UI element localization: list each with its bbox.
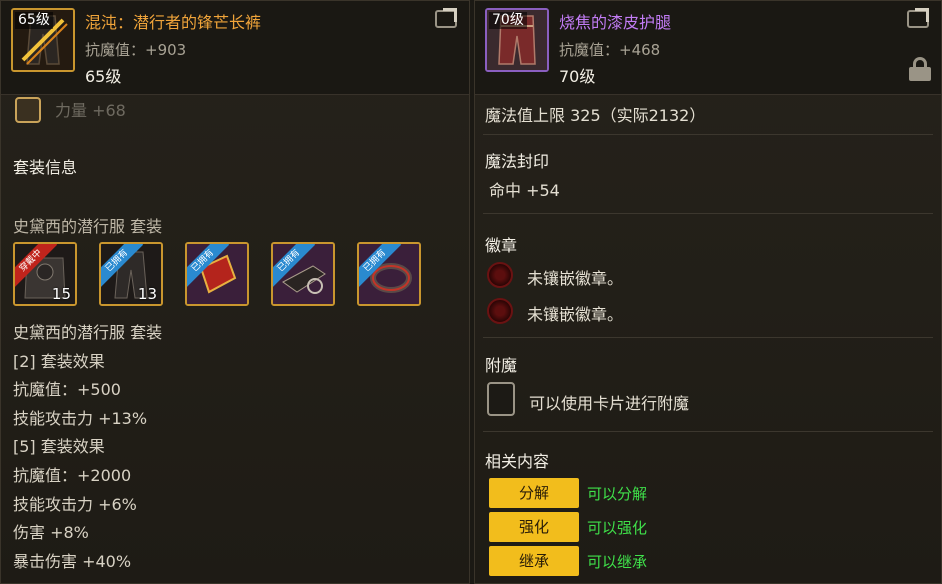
item-level-text: 70级	[559, 67, 596, 86]
divider	[483, 213, 933, 214]
item-level-text: 65级	[85, 67, 122, 86]
emblem-slot-icon[interactable]	[487, 298, 513, 324]
set-title: 史黛西的潜行服 套装	[13, 217, 163, 236]
item-name: 烧焦的漆皮护腿	[559, 13, 672, 32]
set-effect-line: 技能攻击力 +6%	[13, 495, 137, 514]
share-icon[interactable]	[435, 10, 457, 28]
emblem-slot-text: 未镶嵌徽章。	[527, 305, 624, 324]
set-piece-belt[interactable]: 已拥有	[185, 242, 249, 306]
partial-stat-text: 力量 +68	[55, 101, 126, 120]
divider	[483, 431, 933, 432]
magic-seal-heading: 魔法封印	[485, 152, 550, 171]
tooltip-header: 65级 混沌：潜行者的锋芒长裤 抗魔值：+903 65级	[1, 1, 469, 95]
divider	[483, 134, 933, 135]
compared-item-tooltip: 70级 烧焦的漆皮护腿 抗魔值：+468 70级 魔法值上限 325（实际213…	[474, 0, 942, 584]
tooltip-header: 70级 烧焦的漆皮护腿 抗魔值：+468 70级	[475, 1, 941, 95]
set-piece-count: 15	[51, 285, 71, 303]
set-piece-count: 13	[137, 285, 157, 303]
magic-seal-value: 命中 +54	[489, 181, 560, 200]
inherit-note: 可以继承	[587, 553, 648, 571]
item-stat: 抗魔值：+903	[85, 41, 187, 59]
equipped-item-tooltip: 65级 混沌：潜行者的锋芒长裤 抗魔值：+903 65级 力量 +68 套装信息…	[0, 0, 470, 584]
enhance-note: 可以强化	[587, 519, 648, 537]
item-compare-tooltips: 65级 混沌：潜行者的锋芒长裤 抗魔值：+903 65级 力量 +68 套装信息…	[0, 0, 942, 584]
set-effect-line: 技能攻击力 +13%	[13, 409, 148, 428]
stat-icon	[15, 97, 41, 123]
set-piece-top[interactable]: 穿戴中 15	[13, 242, 77, 306]
emblem-heading: 徽章	[485, 236, 518, 255]
set-effect-line: 抗魔值：+500	[13, 380, 121, 399]
emblem-slot-icon[interactable]	[487, 262, 513, 288]
set-piece-pants[interactable]: 已拥有 13	[99, 242, 163, 306]
set-piece-bracelet[interactable]: 已拥有	[357, 242, 421, 306]
item-level-badge: 70级	[489, 12, 527, 29]
item-icon-pants: 65级	[11, 8, 75, 72]
enchant-text: 可以使用卡片进行附魔	[529, 394, 690, 413]
set-effect-line: [2] 套装效果	[13, 352, 105, 371]
enchant-card-slot[interactable]	[487, 382, 515, 416]
enchant-heading: 附魔	[485, 356, 518, 375]
set-effect-line: 史黛西的潜行服 套装	[13, 323, 163, 342]
mp-limit-line: 魔法值上限 325（实际2132）	[485, 106, 706, 125]
item-name: 混沌：潜行者的锋芒长裤	[85, 13, 262, 32]
set-effect-line: [5] 套装效果	[13, 437, 105, 456]
inherit-button[interactable]: 继承	[489, 546, 579, 576]
set-effect-line: 暴击伤害 +40%	[13, 552, 132, 571]
enhance-button[interactable]: 强化	[489, 512, 579, 542]
item-level-badge: 65级	[15, 12, 53, 29]
share-icon[interactable]	[907, 10, 929, 28]
set-piece-shoes[interactable]: 已拥有	[271, 242, 335, 306]
item-stat: 抗魔值：+468	[559, 41, 661, 59]
set-effect-line: 抗魔值：+2000	[13, 466, 132, 485]
set-effect-line: 伤害 +8%	[13, 523, 89, 542]
disassemble-button[interactable]: 分解	[489, 478, 579, 508]
item-icon-leggings: 70级	[485, 8, 549, 72]
set-info-heading: 套装信息	[13, 158, 78, 177]
emblem-slot-text: 未镶嵌徽章。	[527, 269, 624, 288]
disassemble-note: 可以分解	[587, 485, 648, 503]
related-heading: 相关内容	[485, 452, 550, 471]
divider	[483, 337, 933, 338]
lock-icon[interactable]	[909, 57, 931, 81]
